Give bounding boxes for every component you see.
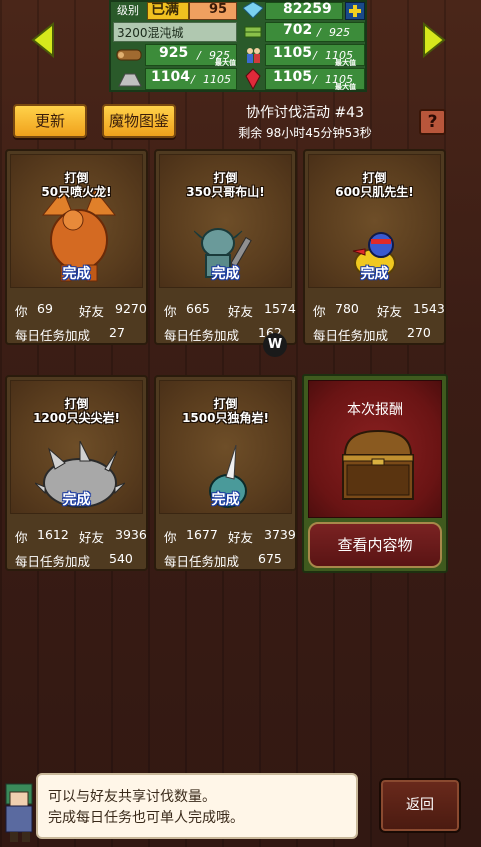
reward-display: 本次报酬: [308, 380, 442, 518]
help-button[interactable]: ?: [419, 109, 446, 135]
food-value: 702: [283, 22, 313, 38]
friend-count: 1543: [413, 301, 445, 316]
workers-value: 1105: [273, 45, 312, 61]
card-title-line2: 50只喷火龙!: [41, 185, 112, 199]
bonus-label: 每日任务加成: [164, 328, 240, 343]
bonus-label: 每日任务加成: [313, 328, 389, 343]
crystal-value: 1105: [273, 69, 312, 85]
workers-icon: [247, 48, 260, 63]
quest-card[interactable]: 打倒 1200只尖尖岩! 完成 你 1612 好友 3936 每日任务加成 54…: [5, 375, 148, 571]
you-label: 你: [164, 530, 177, 545]
treasure-chest-icon: [342, 429, 414, 500]
done-badge: 完成: [360, 266, 389, 282]
quest-card[interactable]: 打倒 350只哥布山! 完成 你 665 好友 1574 每日任务加成 162: [154, 149, 297, 345]
town-name: 3200混沌城: [117, 26, 184, 40]
hint-line-1: 可以与好友共享讨伐数量。: [48, 789, 216, 805]
you-label: 你: [15, 304, 28, 319]
crystal-icon: [245, 68, 261, 90]
you-count: 1677: [186, 527, 218, 542]
card-title-line2: 350只哥布山!: [186, 185, 265, 199]
next-arrow-icon[interactable]: [422, 22, 446, 58]
friend-count: 3936: [115, 527, 147, 542]
friend-count: 1574: [264, 301, 296, 316]
view-contents-button[interactable]: 查看内容物: [308, 522, 442, 568]
friend-count: 3739: [264, 527, 296, 542]
you-count: 69: [37, 301, 53, 316]
event-title: 协作讨伐活动 #43: [246, 105, 364, 121]
w-badge-icon: W: [263, 333, 287, 357]
quest-card[interactable]: 打倒 50只喷火龙! 完成 你 69 好友 9270 每日任务加成 27: [5, 149, 148, 345]
you-count: 780: [335, 301, 359, 316]
you-count: 1612: [37, 527, 69, 542]
add-gems-button[interactable]: [345, 2, 365, 20]
reward-title: 本次报酬: [347, 402, 403, 418]
stone-icon: [118, 73, 142, 87]
level-number: 95: [209, 2, 228, 17]
you-label: 你: [164, 304, 177, 319]
event-timer: 剩余 98小时45分钟53秒: [238, 126, 372, 140]
wood-value: 925: [159, 45, 189, 61]
hint-dialog: 可以与好友共享讨伐数量。 完成每日任务也可单人完成哦。: [36, 773, 358, 839]
you-label: 你: [313, 304, 326, 319]
back-button[interactable]: 返回: [379, 778, 461, 833]
done-badge: 完成: [62, 492, 91, 508]
friend-label: 好友: [377, 304, 403, 319]
you-label: 你: [15, 530, 28, 545]
status-panel: 级别 已满 95 82259 3200混沌城 702 / 925 925 / 9…: [109, 0, 367, 92]
done-badge: 完成: [62, 266, 91, 282]
food-max: 925: [329, 26, 350, 39]
bestiary-button[interactable]: 魔物图鉴: [102, 104, 176, 138]
friend-count: 9270: [115, 301, 147, 316]
wood-icon: [116, 49, 142, 61]
bonus-count: 540: [109, 551, 133, 566]
friend-label: 好友: [228, 304, 254, 319]
done-badge: 完成: [211, 492, 240, 508]
card-title-line2: 1500只独角岩!: [182, 411, 269, 425]
bonus-count: 675: [258, 551, 282, 566]
friend-label: 好友: [79, 304, 105, 319]
update-button[interactable]: 更新: [13, 104, 87, 138]
level-value: 已满: [151, 2, 179, 18]
bonus-count: 270: [407, 325, 431, 340]
hint-line-2: 完成每日任务也可单人完成哦。: [48, 810, 244, 826]
level-label: 级别: [117, 4, 139, 17]
reward-card: 本次报酬 查看内容物: [302, 374, 448, 573]
prev-arrow-icon[interactable]: [31, 22, 55, 58]
stone-value: 1104: [151, 69, 190, 85]
gems-count: 82259: [283, 1, 332, 17]
card-title-line2: 1200只尖尖岩!: [33, 411, 120, 425]
food-icon: [244, 26, 262, 38]
quest-card[interactable]: 打倒 600只肌先生! 完成 你 780 好友 1543 每日任务加成 270: [303, 149, 446, 345]
bonus-count: 27: [109, 325, 125, 340]
bonus-label: 每日任务加成: [15, 554, 91, 569]
plus-icon: [349, 5, 361, 17]
gem-icon: [243, 2, 263, 18]
quest-card[interactable]: 打倒 1500只独角岩! 完成 你 1677 好友 3739 每日任务加成 67…: [154, 375, 297, 571]
you-count: 665: [186, 301, 210, 316]
bonus-label: 每日任务加成: [15, 328, 91, 343]
done-badge: 完成: [211, 266, 240, 282]
friend-label: 好友: [79, 530, 105, 545]
friend-label: 好友: [228, 530, 254, 545]
guide-character-icon: [5, 783, 33, 842]
bonus-label: 每日任务加成: [164, 554, 240, 569]
card-title-line2: 600只肌先生!: [335, 185, 414, 199]
stone-max: 1105: [203, 73, 231, 86]
